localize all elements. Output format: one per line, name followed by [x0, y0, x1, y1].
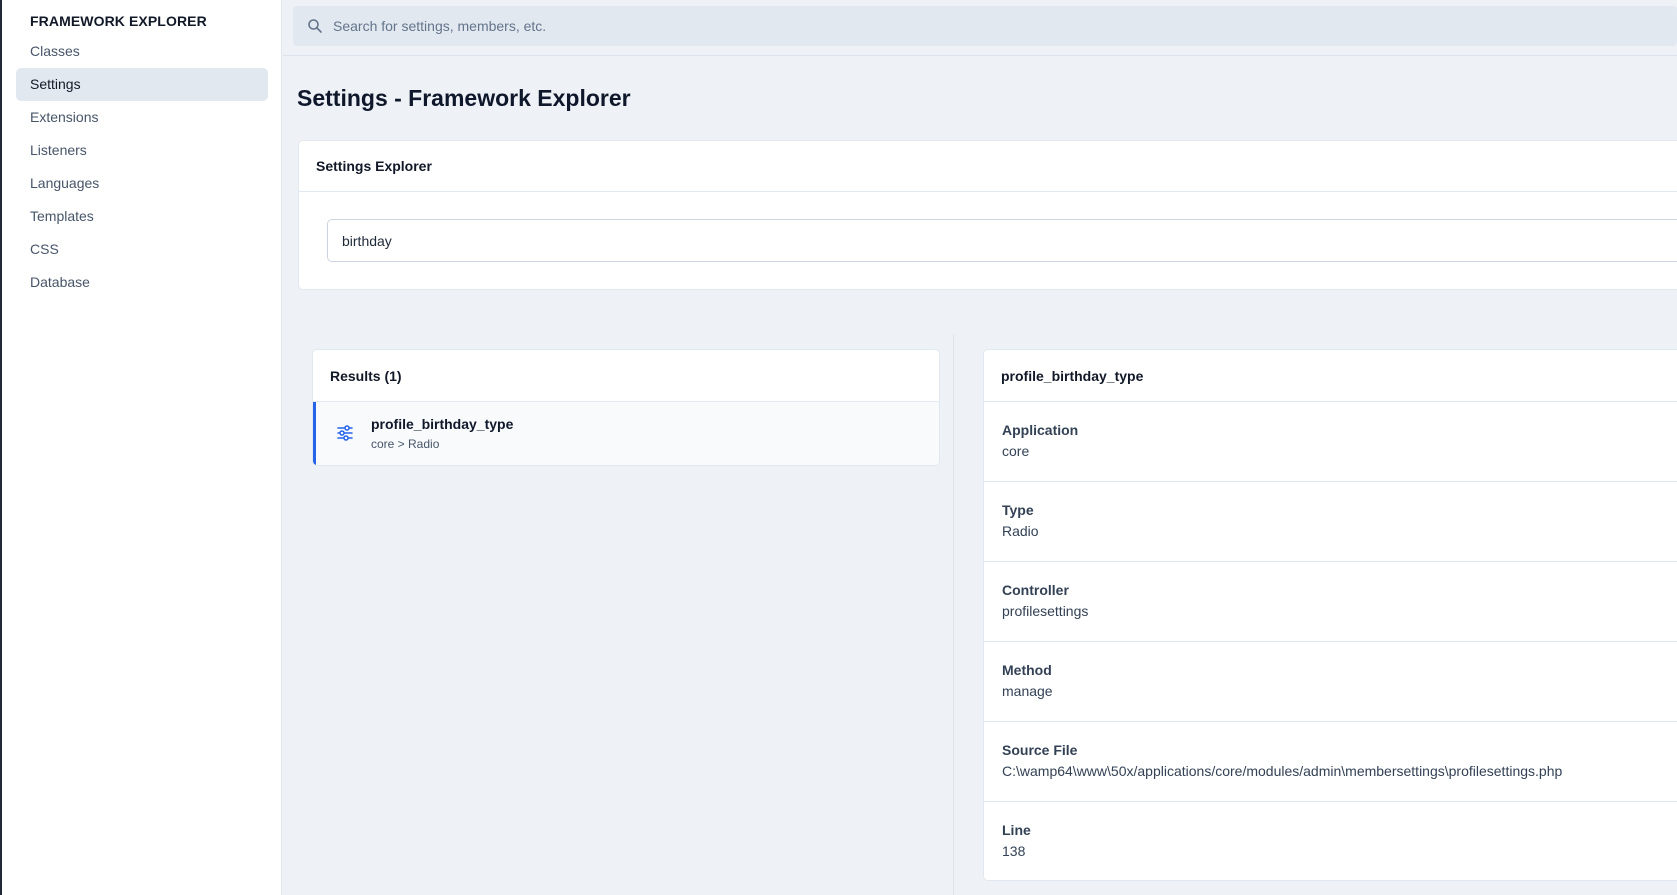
main-content: Settings - Framework Explorer Settings E…	[283, 0, 1677, 895]
detail-row-line: Line 138	[984, 802, 1677, 882]
detail-row-controller: Controller profilesettings	[984, 562, 1677, 642]
settings-explorer-header: Settings Explorer	[299, 141, 1677, 192]
detail-row-source-file: Source File C:\wamp64\www\50x/applicatio…	[984, 722, 1677, 802]
detail-value: manage	[1002, 683, 1053, 699]
sidebar-item-css[interactable]: CSS	[16, 233, 268, 266]
detail-header: profile_birthday_type	[984, 350, 1677, 402]
detail-row-type: Type Radio	[984, 482, 1677, 562]
sidebar-item-templates[interactable]: Templates	[16, 200, 268, 233]
top-bar	[283, 0, 1677, 56]
detail-row-application: Application core	[984, 402, 1677, 482]
detail-label: Controller	[1002, 582, 1069, 598]
detail-label: Type	[1002, 502, 1034, 518]
results-card: Results (1) profile_birthday_type core >…	[312, 349, 940, 466]
result-item[interactable]: profile_birthday_type core > Radio	[313, 402, 939, 465]
page-title: Settings - Framework Explorer	[297, 85, 631, 111]
sidebar-title: FRAMEWORK EXPLORER	[30, 13, 207, 29]
sidebar-nav: Classes Settings Extensions Listeners La…	[16, 35, 268, 299]
detail-value: profilesettings	[1002, 603, 1089, 619]
result-item-path: core > Radio	[371, 437, 440, 451]
sidebar-item-database[interactable]: Database	[16, 266, 268, 299]
panel-divider	[953, 335, 954, 895]
sidebar-item-languages[interactable]: Languages	[16, 167, 268, 200]
global-search-input[interactable]	[333, 6, 1633, 46]
search-icon	[307, 18, 323, 34]
detail-value: 138	[1002, 843, 1026, 859]
detail-label: Application	[1002, 422, 1079, 438]
result-item-name: profile_birthday_type	[371, 416, 514, 432]
sidebar-item-settings[interactable]: Settings	[16, 68, 268, 101]
detail-row-method: Method manage	[984, 642, 1677, 722]
sidebar: FRAMEWORK EXPLORER Classes Settings Exte…	[2, 0, 282, 895]
sliders-icon	[336, 424, 354, 442]
detail-label: Method	[1002, 662, 1052, 678]
global-search[interactable]	[293, 6, 1677, 46]
results-header: Results (1)	[313, 350, 939, 402]
settings-search-input[interactable]	[327, 219, 1677, 262]
detail-label: Line	[1002, 822, 1031, 838]
detail-value: core	[1002, 443, 1030, 459]
detail-value: Radio	[1002, 523, 1039, 539]
sidebar-item-classes[interactable]: Classes	[16, 35, 268, 68]
sidebar-item-listeners[interactable]: Listeners	[16, 134, 268, 167]
detail-label: Source File	[1002, 742, 1078, 758]
detail-card: profile_birthday_type Application core T…	[983, 349, 1677, 881]
detail-value: C:\wamp64\www\50x/applications/core/modu…	[1002, 763, 1563, 779]
settings-explorer-card: Settings Explorer	[298, 140, 1677, 290]
sidebar-item-extensions[interactable]: Extensions	[16, 101, 268, 134]
